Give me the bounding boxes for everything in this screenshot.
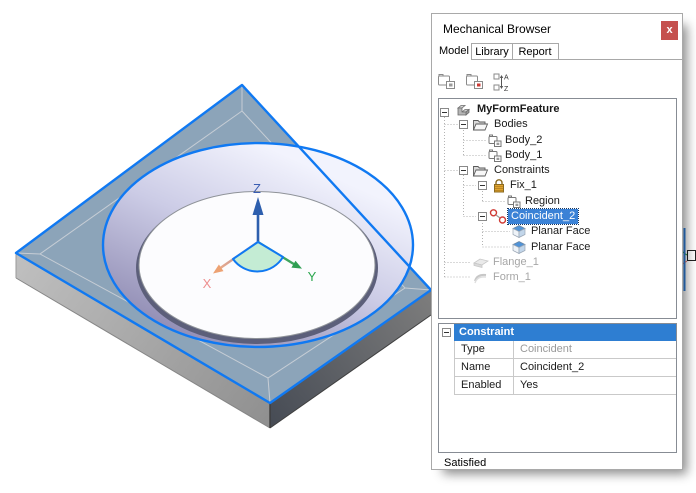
tree-item-planar-face[interactable]: Planar Face <box>439 240 676 255</box>
form-icon <box>474 273 487 284</box>
form-feature-icon <box>456 105 471 116</box>
tree-item-body-2[interactable]: Body_2 <box>439 133 676 148</box>
tree-item-fix-1[interactable]: Fix_1 <box>439 178 676 193</box>
svg-text:A: A <box>504 75 509 82</box>
expand-toggle[interactable] <box>478 212 487 221</box>
group-bodies-highlight-icon[interactable] <box>464 72 487 91</box>
body-icon <box>507 195 521 208</box>
tree-item-form-1[interactable]: Form_1 <box>439 270 676 285</box>
sheet-metal-part[interactable] <box>14 83 433 429</box>
property-value[interactable]: Coincident_2 <box>514 359 676 376</box>
tab-strip-rule <box>558 59 682 60</box>
property-value[interactable]: Yes <box>514 377 676 394</box>
property-row-type: Type Coincident <box>455 341 676 359</box>
property-row-name: Name Coincident_2 <box>455 359 676 377</box>
properties-rows: Type Coincident Name Coincident_2 Enable… <box>454 341 676 395</box>
constraint-properties-panel: Constraint Type Coincident Name Coincide… <box>438 323 677 453</box>
svg-text:Z: Z <box>504 86 509 93</box>
constraint-status: Satisfied <box>444 457 487 469</box>
tab-model[interactable]: Model <box>432 43 476 60</box>
tab-library[interactable]: Library <box>471 43 513 60</box>
property-name: Name <box>455 359 514 376</box>
folder-open-icon <box>472 120 489 131</box>
application-window: Z X Y Mechanical Browser x Model Library… <box>0 0 696 493</box>
sort-alphabetic-icon[interactable]: A Z <box>493 72 510 93</box>
tree-item-myformfeature[interactable]: MyFormFeature <box>439 102 676 117</box>
tree-item-coincident-2[interactable]: Coincident_2 <box>439 208 676 225</box>
tree-item-planar-face[interactable]: Planar Face <box>439 224 676 239</box>
panel-title: Mechanical Browser <box>443 22 552 36</box>
property-name: Enabled <box>455 377 514 394</box>
lock-icon <box>494 179 504 193</box>
expand-toggle[interactable] <box>459 120 468 129</box>
body-icon <box>488 149 502 162</box>
body-icon <box>488 134 502 147</box>
properties-collapse-toggle[interactable] <box>442 328 451 337</box>
properties-header: Constraint <box>454 324 676 341</box>
axis-y-label: Y <box>308 269 317 284</box>
tree-item-constraints[interactable]: Constraints <box>439 163 676 178</box>
property-row-enabled: Enabled Yes <box>455 377 676 395</box>
close-button[interactable]: x <box>661 21 678 40</box>
property-name: Type <box>455 341 514 358</box>
planar-face-icon <box>512 241 526 255</box>
tab-report[interactable]: Report <box>512 43 559 60</box>
tree-item-region[interactable]: Region <box>439 194 676 209</box>
coincident-icon <box>489 209 507 224</box>
expand-toggle[interactable] <box>459 166 468 175</box>
expand-toggle[interactable] <box>440 108 449 117</box>
mechanical-browser-panel: Mechanical Browser x Model Library Repor… <box>431 13 683 470</box>
folder-open-icon <box>472 166 489 177</box>
flange-icon <box>473 258 489 269</box>
axis-x-label: X <box>203 276 212 291</box>
model-tree[interactable]: MyFormFeature Bodies Body_2 Body_1 Const… <box>438 98 677 319</box>
axis-z-label: Z <box>253 181 261 196</box>
tree-item-body-1[interactable]: Body_1 <box>439 148 676 163</box>
property-value[interactable]: Coincident <box>514 341 676 358</box>
tree-item-flange-1[interactable]: Flange_1 <box>439 255 676 270</box>
group-bodies-icon[interactable] <box>436 72 459 91</box>
expand-toggle[interactable] <box>478 181 487 190</box>
planar-face-icon <box>512 225 526 239</box>
tree-item-bodies[interactable]: Bodies <box>439 117 676 132</box>
